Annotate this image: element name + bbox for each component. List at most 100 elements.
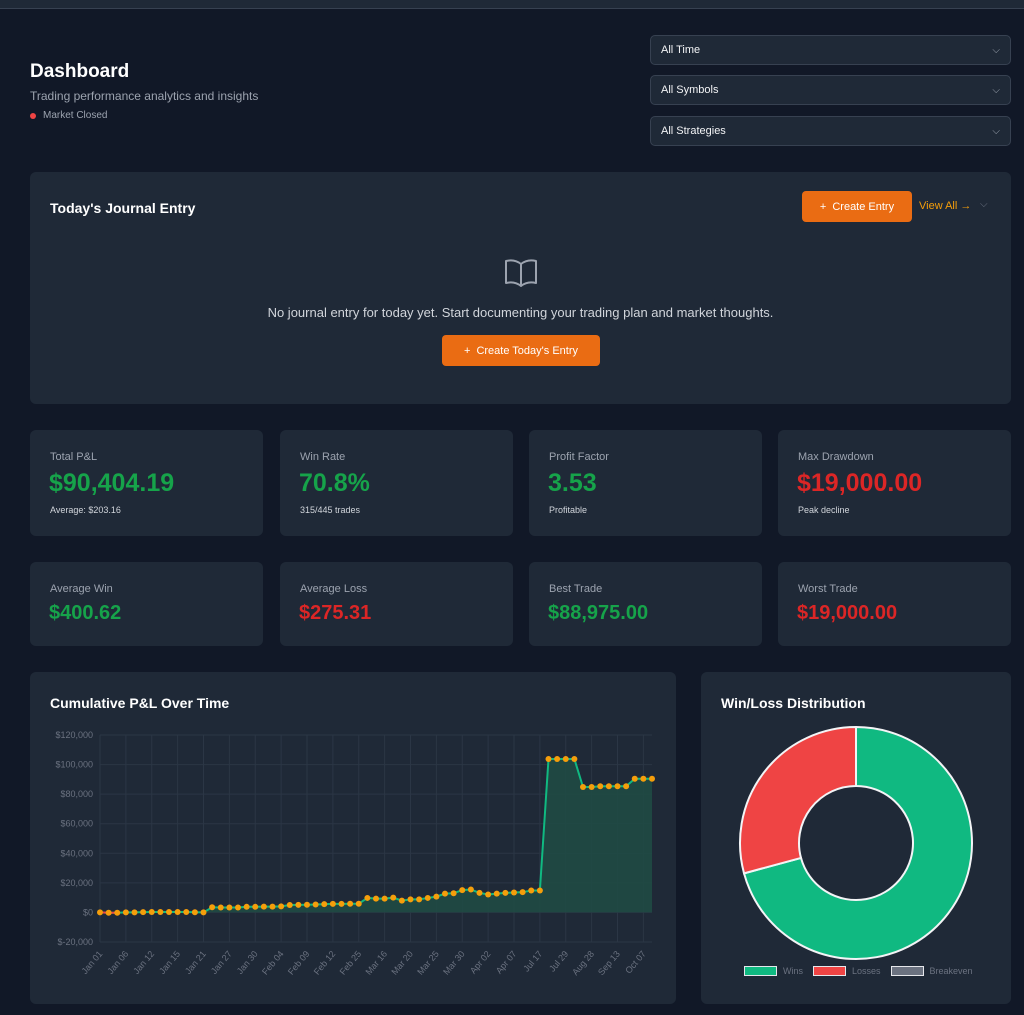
data-point [339,901,345,907]
data-point [494,891,500,897]
data-point [175,909,181,915]
data-point [347,901,353,907]
y-tick-label: $80,000 [60,789,93,799]
data-point [157,909,163,915]
data-point [390,895,396,901]
x-tick-label: Jan 12 [131,949,156,976]
data-point [149,909,155,915]
data-point [287,902,293,908]
data-point [295,902,301,908]
data-point [537,888,543,894]
data-point [330,901,336,907]
data-point [226,905,232,911]
data-point [123,909,129,915]
x-tick-label: Jul 17 [521,949,544,974]
x-tick-label: Jan 21 [183,949,208,976]
data-point [313,901,319,907]
data-point [615,783,621,789]
data-point [468,887,474,893]
win-loss-card: Win/Loss Distribution [701,672,1011,1004]
y-tick-label: $120,000 [55,730,93,740]
data-point [278,903,284,909]
y-tick-label: $-20,000 [57,937,93,947]
legend-swatch-breakeven [891,966,924,976]
y-tick-label: $20,000 [60,878,93,888]
data-point [451,890,457,896]
data-point [192,909,198,915]
data-point [244,904,250,910]
data-point [261,904,267,910]
x-tick-label: Jan 27 [209,949,234,976]
donut-legend: Wins Losses Breakeven [744,966,973,976]
x-tick-label: Feb 09 [286,949,312,977]
data-point [270,904,276,910]
data-point [209,904,215,910]
data-point [640,776,646,782]
data-point [511,889,517,895]
x-tick-label: Mar 16 [363,949,389,977]
x-tick-label: Aug 28 [570,949,596,977]
data-point [459,887,465,893]
data-point [623,783,629,789]
x-tick-label: Jan 30 [235,949,260,976]
data-point [235,905,241,911]
legend-wins[interactable]: Wins [783,966,803,976]
data-point [485,892,491,898]
legend-swatch-losses [813,966,846,976]
x-tick-label: Jan 01 [79,949,104,976]
data-point [304,902,310,908]
x-tick-label: Sep 13 [596,949,622,977]
data-point [554,756,560,762]
y-tick-label: $60,000 [60,819,93,829]
data-point [114,910,120,916]
data-point [477,890,483,896]
data-point [425,895,431,901]
data-point [442,891,448,897]
data-point [606,783,612,789]
data-point [166,909,172,915]
data-point [528,888,534,894]
data-point [399,898,405,904]
area-fill [100,759,652,913]
legend-losses[interactable]: Losses [852,966,881,976]
data-point [502,890,508,896]
y-tick-label: $0 [83,907,93,917]
x-tick-label: Oct 07 [623,949,648,976]
data-point [218,905,224,911]
data-point [201,909,207,915]
x-tick-label: Jul 29 [547,949,570,974]
data-point [580,784,586,790]
data-point [520,889,526,895]
x-tick-label: Mar 20 [389,949,415,977]
data-point [632,776,638,782]
data-point [433,894,439,900]
data-point [97,909,103,915]
data-point [132,909,138,915]
data-point [563,756,569,762]
data-point [382,896,388,902]
data-point [597,783,603,789]
data-point [416,896,422,902]
data-point [364,895,370,901]
data-point [140,909,146,915]
x-tick-label: Feb 04 [260,949,286,977]
data-point [106,910,112,916]
legend-breakeven[interactable]: Breakeven [930,966,973,976]
data-point [649,776,655,782]
x-tick-label: Jan 06 [105,949,130,976]
data-point [589,784,595,790]
data-point [408,896,414,902]
data-point [321,901,327,907]
y-tick-label: $100,000 [55,760,93,770]
x-tick-label: Apr 02 [468,949,493,976]
data-point [373,896,379,902]
legend-swatch-wins [744,966,777,976]
data-point [183,909,189,915]
data-point [252,904,258,910]
x-tick-label: Jan 15 [157,949,182,976]
x-tick-label: Feb 25 [338,949,364,977]
x-tick-label: Mar 25 [415,949,441,977]
x-tick-label: Feb 12 [312,949,338,977]
data-point [546,756,552,762]
data-point [356,901,362,907]
